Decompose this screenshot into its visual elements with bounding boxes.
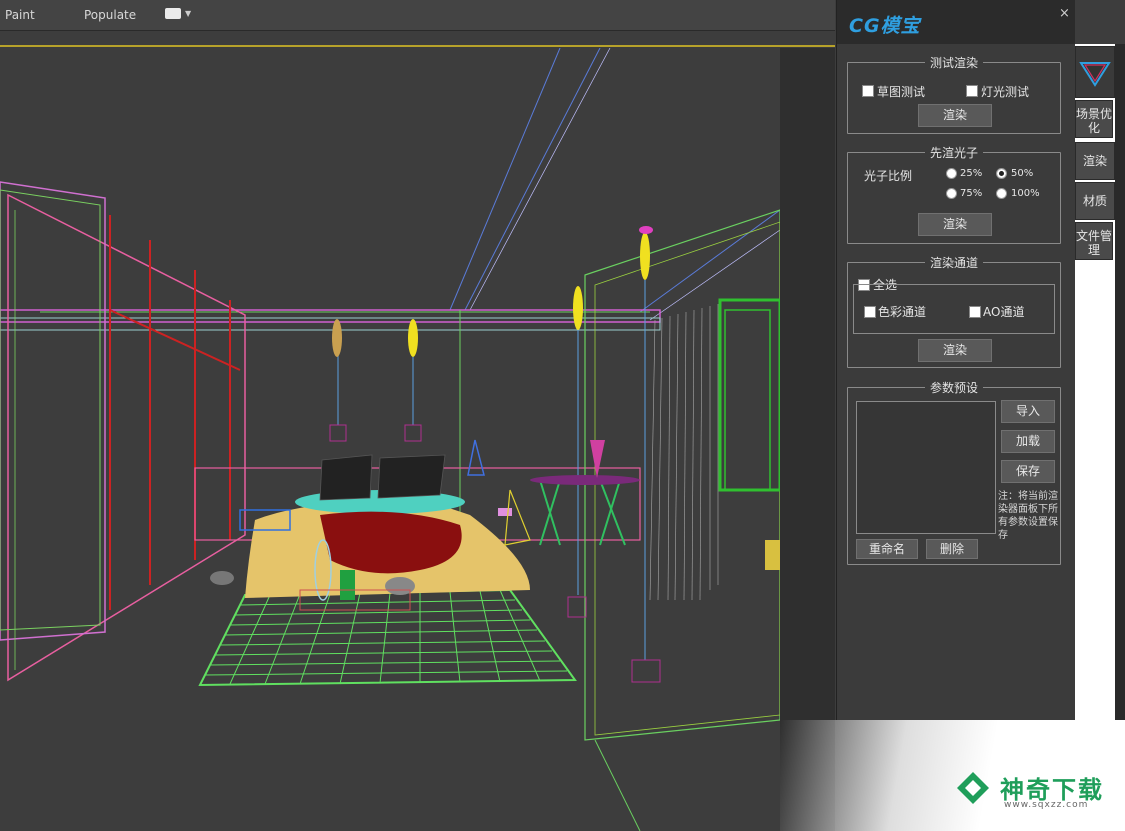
diamond-icon	[1079, 62, 1111, 87]
close-icon[interactable]: ×	[1059, 6, 1070, 21]
menu-item-paint[interactable]: Paint	[5, 8, 35, 22]
sketch-test-checkbox[interactable]	[862, 85, 874, 97]
test-render-button[interactable]: 渲染	[918, 104, 992, 127]
channels-render-button[interactable]: 渲染	[918, 339, 992, 362]
radio-100-label: 100%	[1011, 188, 1040, 199]
group-presets: 参数预设 导入 加载 保存 注：将当前渲染器面板下所有参数设置保存 重命名 删除	[847, 381, 1061, 565]
load-button[interactable]: 加载	[1001, 430, 1055, 453]
tab-material[interactable]: 材质	[1075, 182, 1115, 220]
ao-channel-label: AO通道	[983, 305, 1025, 319]
group-test-render: 测试渲染 草图测试 灯光测试 渲染	[847, 56, 1061, 134]
channels-subgroup: 色彩通道 AO通道	[853, 284, 1055, 334]
tab-logo[interactable]	[1075, 46, 1115, 98]
viewport-active-border	[0, 45, 835, 47]
group-channels: 渲染通道 全选 色彩通道 AO通道 渲染	[847, 256, 1061, 368]
sketch-test-label: 草图测试	[877, 85, 926, 99]
save-button[interactable]: 保存	[1001, 460, 1055, 483]
plugin-panel: CG模宝 × 测试渲染 草图测试 灯光测试 渲染 先渲光子 光子比例 25% 5…	[836, 0, 1075, 720]
ao-channel-checkbox[interactable]	[969, 306, 981, 318]
color-channel-label: 色彩通道	[878, 305, 927, 319]
viewport-edge	[780, 48, 835, 831]
side-scrollbar[interactable]	[1115, 44, 1125, 720]
chevron-down-icon[interactable]: ▼	[185, 9, 191, 18]
watermark-url: www.sqxzz.com	[1004, 800, 1089, 810]
import-button[interactable]: 导入	[1001, 400, 1055, 423]
group-title: 渲染通道	[924, 256, 983, 270]
tab-render[interactable]: 渲染	[1075, 142, 1115, 180]
save-note: 注：将当前渲染器面板下所有参数设置保存	[998, 491, 1058, 541]
panel-header: CG模宝 ×	[837, 0, 1075, 44]
group-title: 测试渲染	[924, 56, 983, 70]
menu-item-populate[interactable]: Populate	[84, 8, 136, 22]
preset-list[interactable]	[856, 401, 996, 534]
tab-scene-optimize[interactable]: 场景优化	[1075, 100, 1113, 138]
tab-file-manage[interactable]: 文件管理	[1075, 222, 1113, 260]
logo: CG模宝	[849, 15, 921, 37]
delete-button[interactable]: 删除	[926, 539, 978, 559]
dropdown-button[interactable]	[165, 8, 181, 19]
menu-bar: Paint Populate ▼	[0, 0, 835, 31]
rename-button[interactable]: 重命名	[856, 539, 918, 559]
photon-ratio-label: 光子比例	[864, 169, 913, 183]
light-test-checkbox[interactable]	[966, 85, 978, 97]
group-title: 参数预设	[924, 381, 983, 395]
radio-50[interactable]	[996, 168, 1007, 179]
side-tabs: 场景优化 渲染 材质 文件管理	[1075, 44, 1115, 720]
color-channel-checkbox[interactable]	[864, 306, 876, 318]
radio-100[interactable]	[996, 188, 1007, 199]
group-photon: 先渲光子 光子比例 25% 50% 75% 100% 渲染	[847, 146, 1061, 244]
viewport-3d[interactable]	[0, 48, 780, 831]
scene-wireframe	[0, 48, 780, 831]
group-title: 先渲光子	[924, 146, 983, 160]
radio-50-label: 50%	[1011, 168, 1034, 179]
radio-75[interactable]	[946, 188, 957, 199]
radio-75-label: 75%	[960, 188, 983, 199]
watermark-logo-icon	[957, 772, 989, 804]
radio-25-label: 25%	[960, 168, 983, 179]
radio-25[interactable]	[946, 168, 957, 179]
photon-render-button[interactable]: 渲染	[918, 213, 992, 236]
light-test-label: 灯光测试	[981, 85, 1030, 99]
